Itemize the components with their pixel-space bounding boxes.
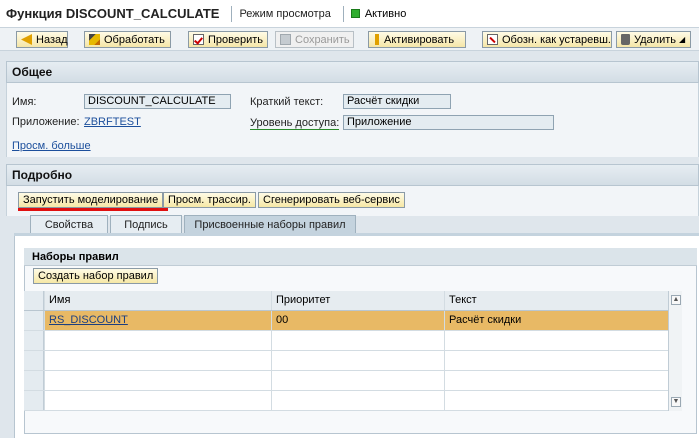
back-button-label: Назад — [36, 33, 68, 46]
save-button-label: Сохранить — [295, 33, 350, 46]
details-section-header[interactable]: Подробно — [6, 164, 699, 186]
column-header-text[interactable]: Текст — [444, 291, 668, 310]
tab-signature[interactable]: Подпись — [110, 215, 182, 234]
create-ruleset-button[interactable]: Создать набор правил — [33, 268, 159, 284]
access-level-label: Уровень доступа: — [250, 117, 340, 130]
save-button[interactable]: Сохранить — [275, 31, 354, 48]
row-selector[interactable] — [24, 391, 44, 410]
pencil-icon — [89, 34, 100, 45]
table-header-row: Имя Приоритет Текст — [24, 291, 668, 311]
status-indicator: Активно — [350, 7, 407, 20]
cell-empty — [44, 371, 271, 390]
cell-priority: 00 — [271, 311, 444, 330]
generate-webservice-button[interactable]: Сгенерировать веб-сервис — [258, 192, 405, 208]
table-scrollbar[interactable]: ▲ ▼ — [668, 291, 682, 411]
view-trace-button[interactable]: Просм. трассир. — [163, 192, 256, 208]
title-separator — [342, 5, 344, 22]
column-header-name[interactable]: Имя — [44, 291, 271, 310]
title-separator — [231, 5, 233, 22]
row-selector[interactable] — [24, 351, 44, 370]
status-label: Активно — [364, 7, 407, 20]
cell-empty — [44, 351, 271, 370]
row-selector[interactable] — [24, 331, 44, 350]
activate-button[interactable]: Активировать — [368, 31, 466, 48]
rulesets-group-title: Наборы правил — [24, 248, 697, 266]
cell-empty — [271, 371, 444, 390]
cell-empty — [444, 331, 668, 350]
name-field[interactable]: DISCOUNT_CALCULATE — [84, 94, 231, 109]
application-link[interactable]: ZBRFTEST — [84, 116, 141, 128]
toolbar: Назад Обработать Проверить Сохранить Акт… — [0, 28, 699, 51]
obsolete-icon — [487, 34, 498, 45]
edit-button[interactable]: Обработать — [84, 31, 171, 48]
run-simulation-button[interactable]: Запустить моделирование — [18, 192, 164, 208]
check-button-label: Проверить — [208, 33, 264, 46]
application-label: Приложение: — [12, 116, 80, 128]
name-label: Имя: — [12, 96, 37, 108]
chevron-down-icon: ◢ — [679, 35, 686, 44]
cell-empty — [44, 331, 271, 350]
general-section-title: Общее — [12, 65, 53, 79]
check-button[interactable]: Проверить — [188, 31, 268, 48]
cell-empty — [444, 391, 668, 410]
delete-button[interactable]: Удалить ◢ — [616, 31, 691, 48]
tab-properties[interactable]: Свойства — [30, 215, 108, 234]
cell-empty — [444, 351, 668, 370]
page-title: Функция DISCOUNT_CALCULATE — [6, 6, 220, 21]
active-status-icon — [350, 9, 360, 18]
cell-text: Расчёт скидки — [444, 311, 668, 330]
table-row-empty[interactable] — [24, 371, 668, 391]
check-icon — [193, 34, 204, 45]
short-text-label: Краткий текст: — [250, 96, 324, 108]
edit-button-label: Обработать — [104, 33, 165, 46]
ruleset-link[interactable]: RS_DISCOUNT — [49, 314, 128, 326]
tab-assigned-rulesets[interactable]: Присвоенные наборы правил — [184, 215, 356, 234]
mode-label: Режим просмотра — [239, 7, 331, 20]
general-section-header[interactable]: Общее — [6, 61, 699, 83]
cell-empty — [271, 351, 444, 370]
details-section-title: Подробно — [12, 168, 73, 182]
trash-icon — [621, 34, 630, 45]
cell-name: RS_DISCOUNT — [44, 311, 271, 330]
mark-obsolete-button[interactable]: Обозн. как устаревш. — [482, 31, 612, 48]
scroll-up-icon[interactable]: ▲ — [671, 295, 681, 305]
show-more-link[interactable]: Просм. больше — [12, 140, 91, 152]
save-icon — [280, 34, 291, 45]
table-row[interactable]: RS_DISCOUNT 00 Расчёт скидки — [24, 311, 668, 331]
select-all-cell[interactable] — [24, 291, 44, 310]
highlight-underline — [18, 208, 168, 211]
cell-empty — [44, 391, 271, 410]
delete-button-label: Удалить — [634, 33, 676, 46]
column-header-priority[interactable]: Приоритет — [271, 291, 444, 310]
row-selector[interactable] — [24, 311, 44, 330]
table-row-empty[interactable] — [24, 351, 668, 371]
title-bar: Функция DISCOUNT_CALCULATE Режим просмот… — [0, 0, 699, 28]
scroll-down-icon[interactable]: ▼ — [671, 397, 681, 407]
activate-button-label: Активировать — [384, 33, 455, 46]
cell-empty — [271, 391, 444, 410]
cell-empty — [444, 371, 668, 390]
back-button[interactable]: Назад — [16, 31, 68, 48]
activate-icon — [375, 34, 379, 45]
short-text-field[interactable]: Расчёт скидки — [343, 94, 451, 109]
table-row-empty[interactable] — [24, 331, 668, 351]
mark-obsolete-label: Обозн. как устаревш. — [502, 33, 611, 46]
cell-empty — [271, 331, 444, 350]
back-arrow-icon — [21, 34, 32, 45]
table-row-empty[interactable] — [24, 391, 668, 411]
row-selector[interactable] — [24, 371, 44, 390]
access-level-field[interactable]: Приложение — [343, 115, 554, 130]
